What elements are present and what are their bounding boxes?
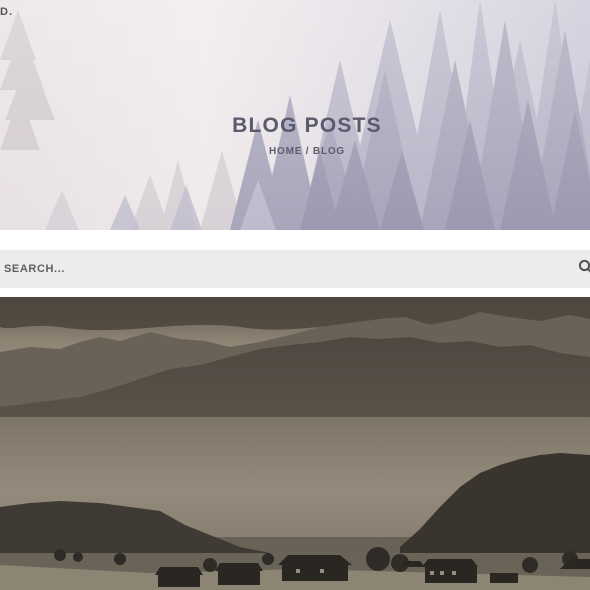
hero-banner: D. BLOG POSTS HOME / BLOG	[0, 0, 590, 230]
breadcrumb-home-link[interactable]: HOME	[269, 146, 302, 157]
breadcrumb-current: BLOG	[312, 146, 346, 157]
blog-page: D. BLOG POSTS HOME / BLOG	[0, 0, 590, 590]
post-featured-image[interactable]	[0, 297, 590, 590]
site-logo-fragment[interactable]: D.	[0, 6, 13, 18]
search-input[interactable]	[0, 250, 570, 288]
search-button[interactable]	[578, 259, 590, 275]
search-form	[0, 250, 590, 288]
breadcrumb: HOME / BLOG	[0, 146, 590, 157]
mountain-valley-photo	[0, 297, 590, 590]
breadcrumb-separator: /	[302, 146, 313, 157]
search-icon	[578, 259, 590, 273]
page-title: BLOG POSTS	[232, 114, 382, 137]
